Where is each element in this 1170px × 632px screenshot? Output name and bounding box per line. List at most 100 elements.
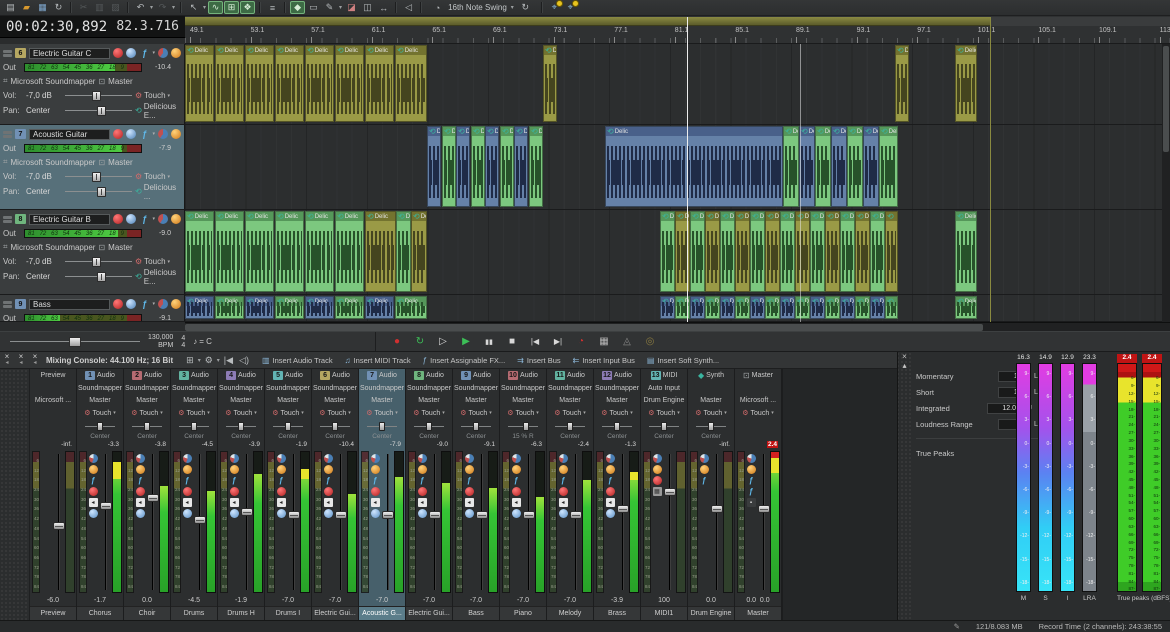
track-lane[interactable]: ⟲Delic⟲Delic⟲Delic⟲Delic⟲Delic⟲Delic⟲Del…: [185, 125, 1170, 209]
audio-clip[interactable]: ⟲Delic: [275, 296, 304, 319]
strip-output[interactable]: Master: [312, 394, 358, 406]
strip-input[interactable]: Soundmapper: [124, 382, 170, 394]
strip-pan-slider[interactable]: [171, 420, 217, 432]
gain-icon[interactable]: [653, 465, 662, 474]
volume-slider[interactable]: [65, 172, 132, 182]
channel-strip-drum-engine[interactable]: ◆SynthMaster⚙Touch▾Center-inf.6121824303…: [688, 369, 735, 620]
strip-pan-slider[interactable]: [218, 420, 264, 432]
record-arm-icon[interactable]: [113, 214, 123, 224]
fx-icon[interactable]: ƒ: [324, 476, 333, 485]
mute-icon[interactable]: [371, 509, 380, 518]
strip-name[interactable]: Melody: [547, 606, 593, 620]
auto-crossfade-icon[interactable]: ∿: [208, 1, 223, 14]
strip-automation-mode[interactable]: ⚙Touch▾: [265, 406, 311, 420]
fx-icon[interactable]: ƒ: [139, 48, 149, 58]
automation-caret[interactable]: ▾: [160, 410, 163, 416]
wet-dry-icon[interactable]: [747, 454, 756, 463]
strip-volume-value[interactable]: 0.0: [688, 595, 734, 606]
wet-dry-icon[interactable]: [465, 454, 474, 463]
gain-icon[interactable]: [183, 465, 192, 474]
track-fx-chain[interactable]: ⟲Delicious E...: [135, 102, 181, 120]
pan-handle[interactable]: [238, 422, 244, 431]
mute-icon[interactable]: [126, 299, 136, 309]
stop-button[interactable]: ■: [505, 335, 519, 349]
audio-clip[interactable]: ⟲Delic: [500, 126, 514, 207]
strip-pan-slider[interactable]: [453, 420, 499, 432]
prev-marker-button[interactable]: |◀: [528, 335, 542, 349]
monitor-icon[interactable]: ◂: [606, 498, 615, 507]
audio-clip[interactable]: ⟲Delic: [825, 296, 840, 319]
strip-pan-slider[interactable]: [77, 420, 123, 432]
audio-clip[interactable]: ⟲Delic: [442, 126, 456, 207]
strip-pan-slider[interactable]: [547, 420, 593, 432]
audio-clip[interactable]: ⟲Delic: [335, 296, 364, 319]
monitor-icon[interactable]: ◂: [512, 498, 521, 507]
fader-handle[interactable]: [476, 511, 488, 519]
fx-icon[interactable]: ƒ: [277, 476, 286, 485]
pan-handle[interactable]: [379, 422, 385, 431]
strip-output[interactable]: Master: [359, 394, 405, 406]
strip-volume-value[interactable]: -6.0: [30, 595, 76, 606]
audio-clip[interactable]: ⟲Delic: [895, 45, 909, 122]
volume-slider-handle[interactable]: [92, 172, 101, 182]
audio-clip[interactable]: ⟲Delic: [795, 211, 810, 292]
mute-icon[interactable]: [126, 129, 136, 139]
audio-clip[interactable]: ⟲Delic: [783, 126, 799, 207]
link-tracks-icon[interactable]: ❖: [240, 1, 255, 14]
gain-icon[interactable]: [747, 465, 756, 474]
audio-clip[interactable]: ⟲Delic: [275, 211, 304, 292]
monitor-icon[interactable]: ◂: [559, 498, 568, 507]
automation-caret[interactable]: ▾: [630, 410, 633, 416]
mute-icon[interactable]: [324, 509, 333, 518]
object-editor-icon[interactable]: ≡: [265, 1, 280, 14]
time-display[interactable]: 00:02:30,892 82.3.716: [0, 16, 185, 38]
strip-input[interactable]: Soundmapper: [406, 382, 452, 394]
audio-clip[interactable]: ⟲Delic: [411, 211, 427, 292]
monitor-a-button[interactable]: ◬: [620, 335, 634, 349]
strip-output[interactable]: Master: [547, 394, 593, 406]
strip-fader[interactable]: [334, 451, 347, 593]
gain-icon[interactable]: [171, 129, 181, 139]
fx-icon[interactable]: ƒ: [747, 487, 756, 496]
mute-icon[interactable]: [418, 509, 427, 518]
mute-icon[interactable]: [183, 509, 192, 518]
strip-volume-value[interactable]: 100: [641, 595, 687, 606]
monitor-icon[interactable]: ◂: [418, 498, 427, 507]
mouse-mode-icon[interactable]: ↖: [186, 1, 201, 14]
mute-icon[interactable]: [559, 509, 568, 518]
fx-icon[interactable]: ƒ: [747, 476, 756, 485]
fx-icon[interactable]: ƒ: [136, 476, 145, 485]
strip-automation-mode[interactable]: ⚙Touch▾: [735, 406, 781, 420]
volume-slider[interactable]: [65, 91, 132, 101]
monitor-b-button[interactable]: ◎: [643, 335, 657, 349]
strip-fader[interactable]: [240, 451, 253, 593]
record-arm-icon[interactable]: [277, 487, 286, 496]
record-arm-icon[interactable]: [512, 487, 521, 496]
record-arm-icon[interactable]: [113, 299, 123, 309]
strip-name[interactable]: Acoustic G...: [359, 606, 405, 620]
automation-caret[interactable]: ▾: [168, 174, 171, 180]
automation-caret[interactable]: ▾: [301, 410, 304, 416]
monitor-icon[interactable]: ◂: [136, 498, 145, 507]
strip-output[interactable]: Master: [594, 394, 640, 406]
punch-record-button[interactable]: ◔: [574, 335, 588, 349]
channel-strip-acoustic-g-[interactable]: 7AudioSoundmapperMaster⚙Touch▾Center-7.9…: [359, 369, 406, 620]
track-lane[interactable]: ⟲Delic⟲Delic⟲Delic⟲Delic⟲Delic⟲Delic⟲Del…: [185, 210, 1170, 294]
monitor-icon[interactable]: ◂: [465, 498, 474, 507]
monitor-icon[interactable]: ◂: [89, 498, 98, 507]
audio-clip[interactable]: ⟲Delic: [305, 45, 334, 122]
channel-strip-bass[interactable]: 9AudioSoundmapperMaster⚙Touch▾Center-9.1…: [453, 369, 500, 620]
strip-fader[interactable]: [99, 451, 112, 593]
strip-name[interactable]: Choir: [124, 606, 170, 620]
track-name[interactable]: Acoustic Guitar: [29, 129, 110, 140]
automation-caret[interactable]: ▾: [168, 93, 171, 99]
insert-bus[interactable]: ⇉Insert Bus: [517, 356, 560, 365]
track-drag-handle[interactable]: [3, 50, 12, 57]
strip-name[interactable]: Piano: [500, 606, 546, 620]
fader-handle[interactable]: [100, 502, 112, 510]
audio-clip[interactable]: ⟲Delic: [955, 296, 977, 319]
audio-clip[interactable]: ⟲Delic: [690, 296, 705, 319]
strip-pan-slider[interactable]: [265, 420, 311, 432]
audio-clip[interactable]: ⟲Delic: [427, 126, 441, 207]
automation-mode[interactable]: ⚙Touch▾: [135, 91, 181, 100]
